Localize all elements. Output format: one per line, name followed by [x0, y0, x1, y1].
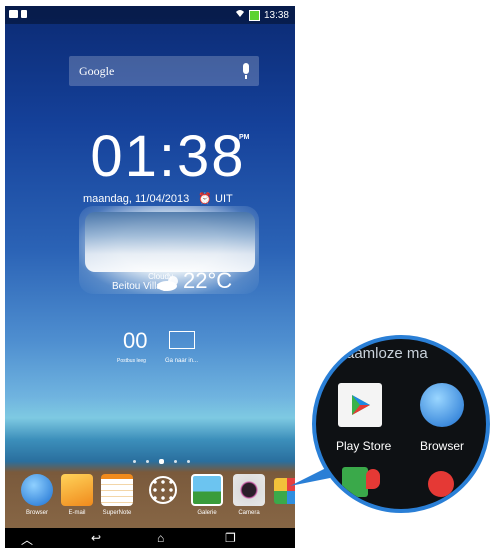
- weather-temperature: 22°C: [183, 268, 233, 293]
- globe-icon[interactable]: [420, 383, 464, 427]
- gallery-icon: [191, 474, 223, 506]
- battery-icon: [248, 9, 260, 21]
- chevron-up-icon[interactable]: ︿: [21, 531, 33, 548]
- play-store-label: Play Store: [336, 439, 392, 453]
- google-label: Google: [79, 64, 115, 78]
- dock-label: Browser: [25, 510, 48, 516]
- wifi-icon: [235, 9, 245, 21]
- notification-icons: [9, 10, 27, 18]
- dock-app-supernote[interactable]: SuperNote: [97, 470, 137, 522]
- zoom-magnifier: aamloze ma Play Store Browser: [312, 335, 490, 513]
- page-indicator: [133, 459, 190, 464]
- all-apps-button[interactable]: [143, 470, 183, 522]
- notification-icon: [9, 10, 18, 18]
- weather-cloud-image: [85, 212, 255, 272]
- dock: Browser E-mail SuperNote Galerie Camera: [5, 470, 295, 528]
- dock-label: Galerie: [197, 510, 217, 516]
- google-search-bar[interactable]: Google: [69, 56, 259, 86]
- dock-app-email[interactable]: E-mail: [57, 470, 97, 522]
- clock-date: maandag, 11/04/2013 ⏰ UIT: [83, 192, 273, 205]
- location-icon[interactable]: [428, 471, 454, 497]
- play-store-icon[interactable]: [338, 383, 382, 427]
- dock-label: E-mail: [68, 510, 86, 516]
- clock-ampm: PM: [239, 134, 250, 141]
- page-dot: [146, 460, 149, 463]
- inbox-status: Postbus leeg: [117, 358, 146, 364]
- status-time: 13:38: [263, 9, 289, 21]
- goto-inbox[interactable]: Ga naar in...: [165, 358, 198, 364]
- notes-icon: [101, 474, 133, 506]
- cloud-sun-icon: [155, 274, 183, 292]
- page-dot: [133, 460, 136, 463]
- file-icon: [21, 10, 27, 18]
- page-dot: [187, 460, 190, 463]
- map-pin-icon: [366, 469, 380, 489]
- recent-apps-icon[interactable]: ❐: [225, 531, 236, 545]
- maps-icon[interactable]: [342, 467, 368, 497]
- date-text: maandag, 11/04/2013: [83, 193, 190, 205]
- browser-label: Browser: [420, 439, 465, 453]
- unread-count: 00: [123, 328, 148, 353]
- dock-label: Camera: [238, 510, 260, 516]
- home-screen: 13:38 Google 01:38 PM maandag, 11/04/201…: [5, 6, 295, 548]
- dock-app-gallery[interactable]: Galerie: [187, 470, 227, 522]
- page-dot-active: [159, 459, 164, 464]
- globe-icon: [21, 474, 53, 506]
- dock-app-browser[interactable]: Browser: [17, 470, 57, 522]
- clock-time[interactable]: 01:38: [83, 126, 253, 188]
- email-icon: [61, 474, 93, 506]
- alarm-status: UIT: [215, 193, 233, 205]
- dock-label: SuperNote: [102, 510, 132, 516]
- alarm-icon: ⏰: [198, 193, 212, 205]
- microphone-icon[interactable]: [243, 63, 249, 79]
- dock-app-camera[interactable]: Camera: [229, 470, 269, 522]
- status-bar: 13:38: [5, 6, 295, 24]
- navigation-bar: ︿ ↩ ⌂ ❐: [5, 528, 295, 548]
- email-widget[interactable]: 00 Postbus leeg Ga naar in...: [117, 328, 223, 368]
- camera-icon: [233, 474, 265, 506]
- page-dot: [174, 460, 177, 463]
- home-icon[interactable]: ⌂: [157, 531, 164, 545]
- envelope-icon: [169, 331, 195, 349]
- folder-title: aamloze ma: [346, 345, 428, 362]
- all-apps-icon: [149, 476, 177, 504]
- back-icon[interactable]: ↩: [91, 531, 101, 545]
